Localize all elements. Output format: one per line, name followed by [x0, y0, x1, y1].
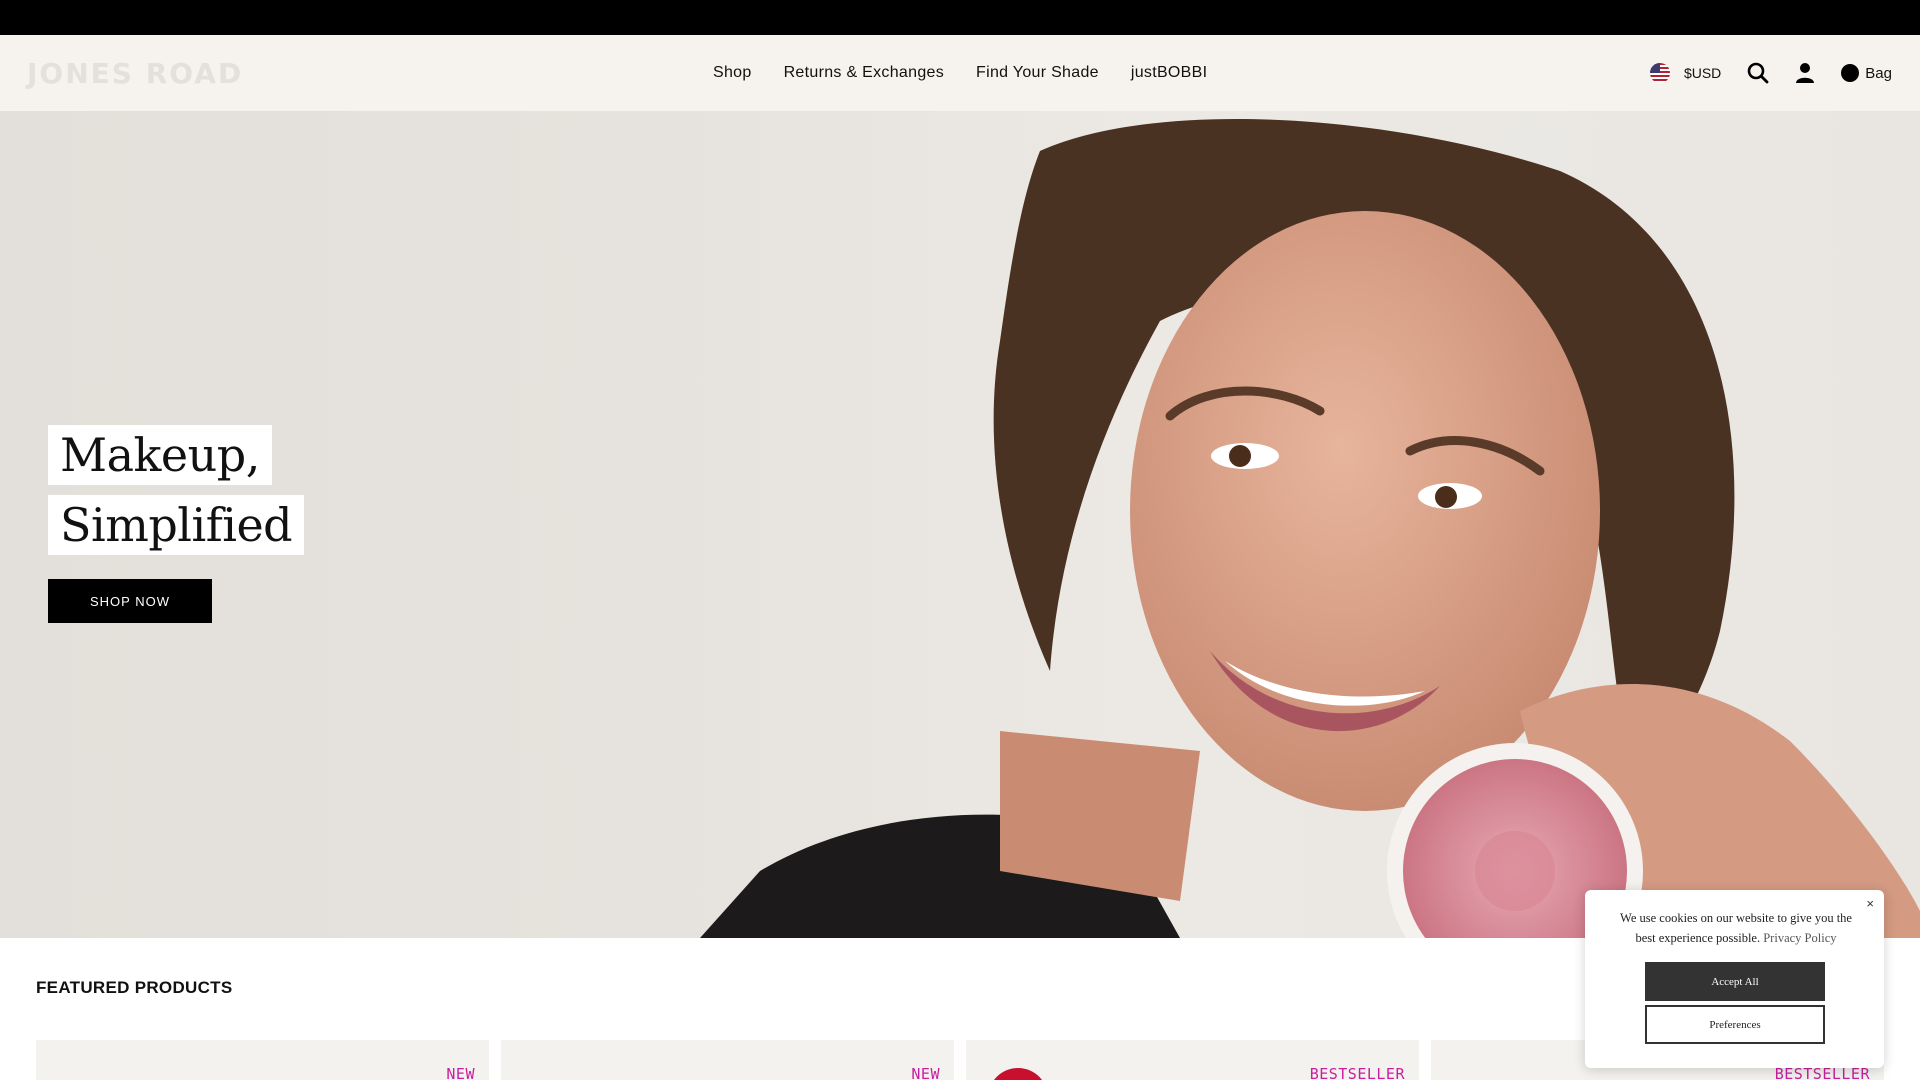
us-flag-icon[interactable] — [1649, 63, 1670, 83]
product-badge: NEW — [911, 1065, 940, 1080]
product-badge: NEW — [446, 1065, 475, 1080]
nav-returns-exchanges[interactable]: Returns & Exchanges — [784, 64, 944, 82]
product-card[interactable]: NEW — [501, 1040, 954, 1080]
accept-all-button[interactable]: Accept All — [1645, 962, 1825, 1001]
nav-shop[interactable]: Shop — [713, 64, 752, 82]
main-nav: Shop Returns & Exchanges Find Your Shade… — [713, 35, 1207, 111]
hero-banner: Makeup, Simplified SHOP NOW — [0, 111, 1920, 938]
hero-headline-line-1: Makeup, — [48, 425, 272, 485]
nav-find-your-shade[interactable]: Find Your Shade — [976, 64, 1099, 82]
close-icon[interactable]: × — [1866, 896, 1874, 911]
product-card[interactable]: NEW — [36, 1040, 489, 1080]
award-seal-icon — [988, 1068, 1048, 1080]
announcement-bar — [0, 0, 1920, 35]
currency-selector[interactable]: $USD — [1684, 65, 1721, 81]
bag-button[interactable]: Bag — [1841, 64, 1892, 82]
product-card[interactable]: BESTSELLER — [966, 1040, 1419, 1080]
privacy-policy-link[interactable]: Privacy Policy — [1763, 931, 1836, 945]
shop-now-button[interactable]: SHOP NOW — [48, 579, 212, 623]
nav-justbobbi[interactable]: justBOBBI — [1131, 64, 1208, 82]
hero-headline: Makeup, Simplified — [48, 425, 305, 555]
header-utilities: $USD Bag — [1649, 35, 1892, 111]
featured-products-title: FEATURED PRODUCTS — [36, 978, 233, 997]
bag-label: Bag — [1865, 64, 1892, 82]
bag-icon — [1841, 64, 1860, 82]
cookie-consent-popup: × We use cookies on our website to give … — [1585, 890, 1884, 1068]
account-icon[interactable] — [1795, 62, 1815, 84]
search-icon[interactable] — [1747, 62, 1769, 84]
product-badge: BESTSELLER — [1309, 1065, 1405, 1080]
preferences-button[interactable]: Preferences — [1645, 1005, 1825, 1044]
cookie-message: We use cookies on our website to give yo… — [1611, 908, 1861, 948]
site-header: JONES ROAD Shop Returns & Exchanges Find… — [0, 35, 1920, 111]
hero-headline-line-2: Simplified — [48, 495, 305, 555]
logo[interactable]: JONES ROAD — [27, 57, 243, 90]
